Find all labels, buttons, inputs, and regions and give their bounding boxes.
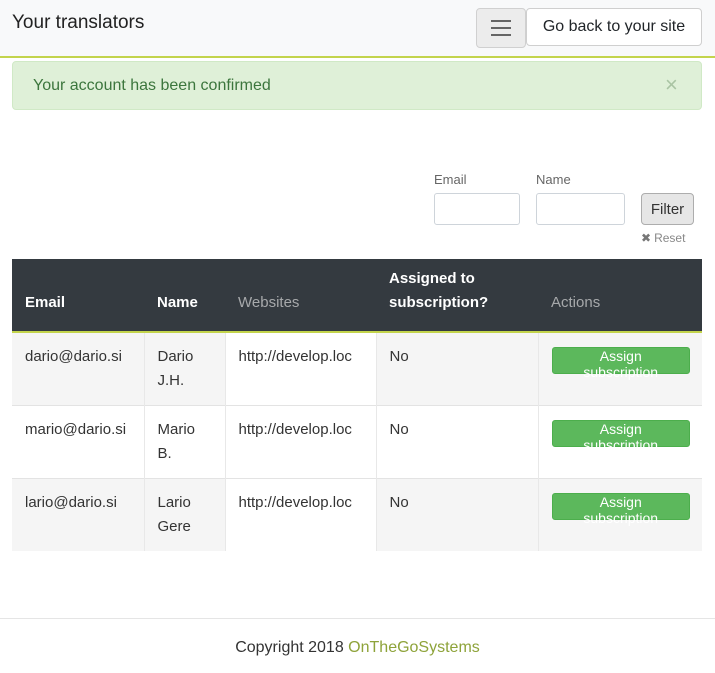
- header-name: Name: [144, 259, 225, 333]
- row-assigned: No: [375, 404, 538, 478]
- header-assigned: Assigned to subscription?: [376, 259, 538, 333]
- reset-link[interactable]: ✖ Reset: [641, 231, 685, 245]
- table-row: mario@dario.si Mario B. http://develop.l…: [12, 404, 702, 478]
- header-email: Email: [12, 259, 144, 333]
- copyright-text: Copyright 2018: [235, 639, 344, 656]
- row-name: Mario B.: [143, 404, 225, 478]
- reset-label: Reset: [654, 231, 686, 245]
- hamburger-icon: [491, 27, 511, 29]
- x-icon: ✖: [641, 231, 652, 245]
- row-email: lario@dario.si: [12, 477, 144, 551]
- footer: Copyright 2018 OnTheGoSystems: [0, 618, 715, 673]
- row-actions: Assign subscription: [537, 404, 702, 478]
- email-filter-label: Email: [434, 172, 467, 187]
- row-assigned: No: [375, 331, 538, 405]
- row-name: Lario Gere: [143, 477, 225, 551]
- name-filter-input[interactable]: [536, 193, 625, 225]
- row-email: dario@dario.si: [12, 331, 144, 405]
- row-website: http://develop.loc: [224, 331, 376, 405]
- row-name: Dario J.H.: [143, 331, 225, 405]
- brand-title[interactable]: Your translators: [12, 12, 144, 34]
- alert-message: Your account has been confirmed: [33, 77, 271, 94]
- menu-toggle-button[interactable]: [476, 8, 526, 48]
- navbar: Your translators Go back to your site: [0, 0, 715, 58]
- row-website: http://develop.loc: [224, 477, 376, 551]
- close-icon[interactable]: ×: [665, 74, 678, 96]
- table-row: lario@dario.si Lario Gere http://develop…: [12, 477, 702, 551]
- header-websites[interactable]: Websites: [225, 259, 376, 333]
- name-filter-label: Name: [536, 172, 571, 187]
- row-website: http://develop.loc: [224, 404, 376, 478]
- assign-subscription-button[interactable]: Assign subscription: [551, 492, 690, 526]
- assign-subscription-button[interactable]: Assign subscription: [551, 419, 690, 453]
- header-actions[interactable]: Actions: [538, 259, 702, 333]
- company-link[interactable]: OnTheGoSystems: [348, 639, 480, 656]
- assign-subscription-button[interactable]: Assign subscription: [551, 347, 690, 380]
- row-email: mario@dario.si: [12, 404, 144, 478]
- row-actions: Assign subscription: [537, 477, 702, 551]
- email-filter-input[interactable]: [434, 193, 520, 225]
- back-to-site-button[interactable]: Go back to your site: [526, 8, 702, 46]
- success-alert: Your account has been confirmed ×: [12, 61, 702, 110]
- row-actions: Assign subscription: [537, 331, 702, 405]
- filter-button[interactable]: Filter: [641, 193, 694, 225]
- translators-table: Email Name Websites Assigned to subscrip…: [12, 259, 702, 551]
- row-assigned: No: [375, 477, 538, 551]
- hamburger-icon: [491, 20, 511, 22]
- table-row: dario@dario.si Dario J.H. http://develop…: [12, 331, 702, 405]
- table-header-row: Email Name Websites Assigned to subscrip…: [12, 259, 702, 333]
- hamburger-icon: [491, 34, 511, 36]
